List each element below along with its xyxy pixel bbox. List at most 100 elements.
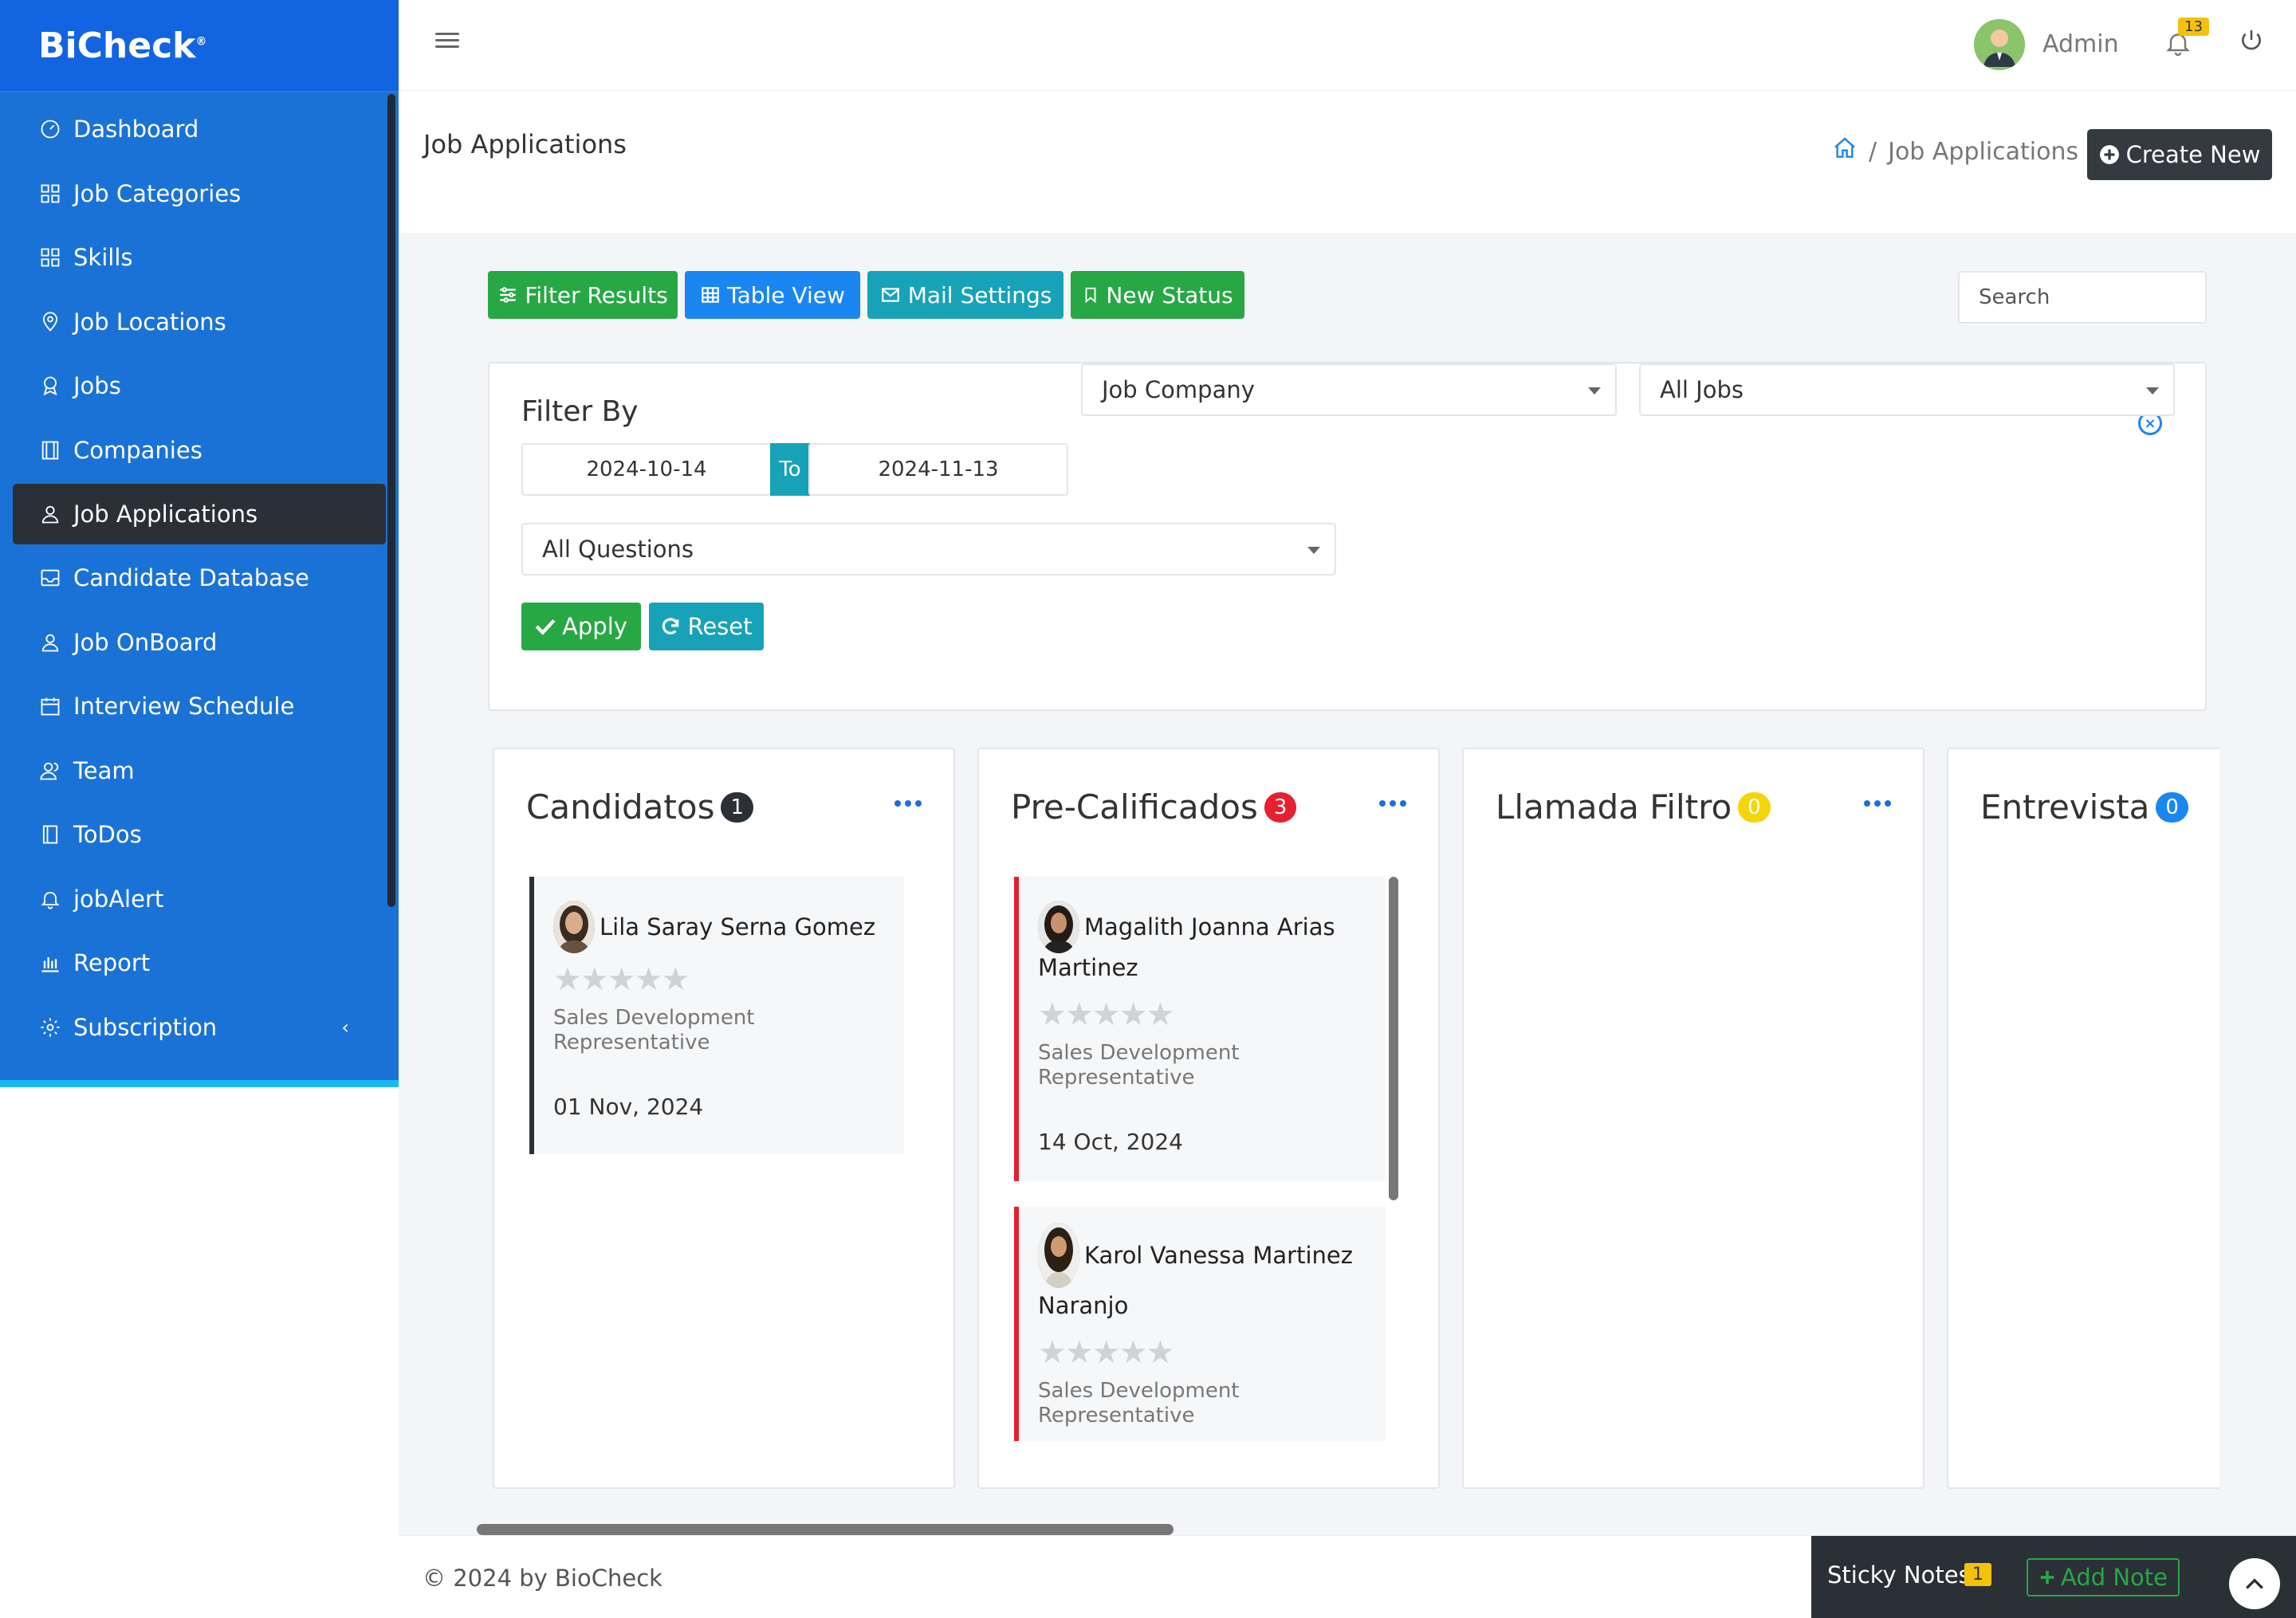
filter-panel: Filter By × 2024-10-14 To 2024-11-13 Job… <box>488 362 2207 711</box>
sidebar-item-job-locations[interactable]: Job Locations <box>0 290 399 355</box>
sidebar-item-report[interactable]: Report <box>0 931 399 996</box>
grid-icon <box>37 244 64 271</box>
sidebar-item-companies[interactable]: Companies <box>0 418 399 483</box>
search-input[interactable] <box>1958 271 2207 324</box>
chevron-up-icon[interactable] <box>2229 1558 2280 1609</box>
sidebar-item-label: Jobs <box>73 372 121 400</box>
table-view-button[interactable]: Table View <box>685 271 860 319</box>
copyright: © 2024 by BioCheck <box>423 1565 662 1592</box>
column-title: Candidatos 1 <box>526 787 754 827</box>
page-title: Job Applications <box>423 129 627 159</box>
sidebar-item-interview-schedule[interactable]: Interview Schedule <box>0 674 399 739</box>
kanban-column-pre-calificados: Pre-Calificados 3 Magalith Joanna Arias … <box>977 748 1440 1489</box>
column-scrollbar[interactable] <box>1389 877 1398 1200</box>
candidate-role: Sales Development Representative <box>1038 1379 1240 1428</box>
sidebar-item-team[interactable]: Team <box>0 739 399 803</box>
plus-icon <box>2040 1570 2054 1585</box>
sidebar: BiCheck® Dashboard Job Categories Skills… <box>0 0 399 1618</box>
rating-stars[interactable]: ★★★★★ <box>553 961 904 998</box>
sidebar-item-dashboard[interactable]: Dashboard <box>0 97 399 162</box>
rating-stars[interactable]: ★★★★★ <box>1038 996 1386 1033</box>
more-options-icon[interactable] <box>894 800 922 807</box>
avatar[interactable] <box>1974 19 2025 70</box>
bookmark-icon <box>1085 287 1096 304</box>
sidebar-item-job-categories[interactable]: Job Categories <box>0 162 399 226</box>
kanban-column-llamada-filtro: Llamada Filtro 0 <box>1462 748 1924 1489</box>
column-title: Entrevista 0 <box>1980 787 2188 827</box>
board-horizontal-scrollbar[interactable] <box>477 1524 1174 1535</box>
column-count-badge: 3 <box>1264 791 1297 823</box>
sidebar-item-skills[interactable]: Skills <box>0 226 399 290</box>
calendar-icon <box>37 693 64 720</box>
candidate-date: 14 Oct, 2024 <box>1038 1129 1183 1155</box>
sidebar-item-candidate-database[interactable]: Candidate Database <box>0 546 399 611</box>
date-to-input[interactable]: 2024-11-13 <box>808 443 1068 496</box>
sidebar-item-job-applications[interactable]: Job Applications <box>13 484 386 544</box>
sidebar-item-job-onboard[interactable]: Job OnBoard <box>0 611 399 675</box>
kanban-column-entrevista: Entrevista 0 <box>1947 748 2219 1489</box>
sidebar-scrollbar[interactable] <box>387 94 395 907</box>
award-icon <box>37 372 64 399</box>
sidebar-item-label: ToDos <box>73 821 142 849</box>
mail-settings-button[interactable]: Mail Settings <box>867 271 1063 319</box>
sticky-notes-bar: Sticky Notes 1 Add Note <box>1811 1536 2296 1618</box>
questions-select[interactable]: All Questions <box>521 523 1336 575</box>
candidate-card[interactable]: Karol Vanessa Martinez Naranjo ★★★★★ Sal… <box>1014 1207 1386 1441</box>
add-note-button[interactable]: Add Note <box>2027 1558 2180 1596</box>
power-icon[interactable] <box>2239 27 2267 56</box>
refresh-icon <box>662 618 679 634</box>
sidebar-item-jobalert[interactable]: jobAlert <box>0 867 399 932</box>
menu-toggle-icon[interactable] <box>435 29 459 53</box>
kanban-column-candidatos: Candidatos 1 Lila Saray Serna Gomez ★★★★… <box>493 748 955 1489</box>
create-new-button[interactable]: Create New <box>2087 129 2272 180</box>
avatar <box>553 901 595 953</box>
sidebar-item-jobs[interactable]: Jobs <box>0 354 399 418</box>
column-title: Pre-Calificados 3 <box>1011 787 1297 827</box>
candidate-card[interactable]: Magalith Joanna Arias Martinez ★★★★★ Sal… <box>1014 877 1386 1181</box>
brand-logo[interactable]: BiCheck® <box>0 0 399 92</box>
more-options-icon[interactable] <box>1864 800 1891 807</box>
reset-button[interactable]: Reset <box>649 603 764 650</box>
column-count-badge: 0 <box>2156 791 2188 823</box>
location-pin-icon <box>37 308 64 336</box>
caret-down-icon <box>2146 387 2159 395</box>
sidebar-item-label: Dashboard <box>73 116 199 143</box>
candidate-name: Lila Saray Serna Gomez <box>600 913 876 941</box>
sidebar-item-label: Job Categories <box>73 179 242 207</box>
sidebar-item-subscription[interactable]: Subscription ‹ <box>0 996 399 1060</box>
sticky-notes-count: 1 <box>1964 1563 1991 1586</box>
column-title: Llamada Filtro 0 <box>1496 787 1771 827</box>
top-bar: Admin 13 <box>399 0 2296 91</box>
candidate-card[interactable]: Lila Saray Serna Gomez ★★★★★ Sales Devel… <box>529 877 904 1154</box>
home-icon[interactable] <box>1832 135 1858 167</box>
sticky-notes-label[interactable]: Sticky Notes <box>1827 1561 1971 1589</box>
date-from-input[interactable]: 2024-10-14 <box>521 443 772 496</box>
sidebar-item-label: Skills <box>73 244 133 272</box>
sidebar-item-label: Interview Schedule <box>73 693 295 721</box>
rating-stars[interactable]: ★★★★★ <box>1038 1334 1386 1371</box>
date-range-to-label: To <box>770 443 810 496</box>
grid-icon <box>37 180 64 207</box>
apply-button[interactable]: Apply <box>521 603 641 650</box>
sidebar-item-label: Team <box>73 756 135 784</box>
more-options-icon[interactable] <box>1379 800 1406 807</box>
bell-icon <box>37 886 64 913</box>
new-status-button[interactable]: New Status <box>1071 271 1244 319</box>
candidate-date: 01 Nov, 2024 <box>553 1094 704 1120</box>
sidebar-item-label: Job Applications <box>73 501 258 528</box>
sidebar-item-label: jobAlert <box>73 885 164 913</box>
inbox-icon <box>37 564 64 591</box>
gear-icon <box>37 1014 64 1041</box>
sidebar-item-todos[interactable]: ToDos <box>0 803 399 867</box>
footer: © 2024 by BioCheck Sticky Notes 1 Add No… <box>399 1535 2296 1618</box>
notification-badge: 13 <box>2178 18 2209 36</box>
breadcrumb-separator: / <box>1869 137 1877 166</box>
kanban-board: Candidatos 1 Lila Saray Serna Gomez ★★★★… <box>488 748 2219 1497</box>
filter-results-button[interactable]: Filter Results <box>488 271 678 319</box>
user-name[interactable]: Admin <box>2042 30 2119 58</box>
chevron-left-icon[interactable]: ‹ <box>341 1016 349 1039</box>
jobs-select[interactable]: All Jobs <box>1639 363 2175 416</box>
caret-down-icon <box>1588 387 1601 395</box>
sidebar-item-label: Job OnBoard <box>73 628 218 656</box>
job-company-select[interactable]: Job Company <box>1081 363 1617 416</box>
